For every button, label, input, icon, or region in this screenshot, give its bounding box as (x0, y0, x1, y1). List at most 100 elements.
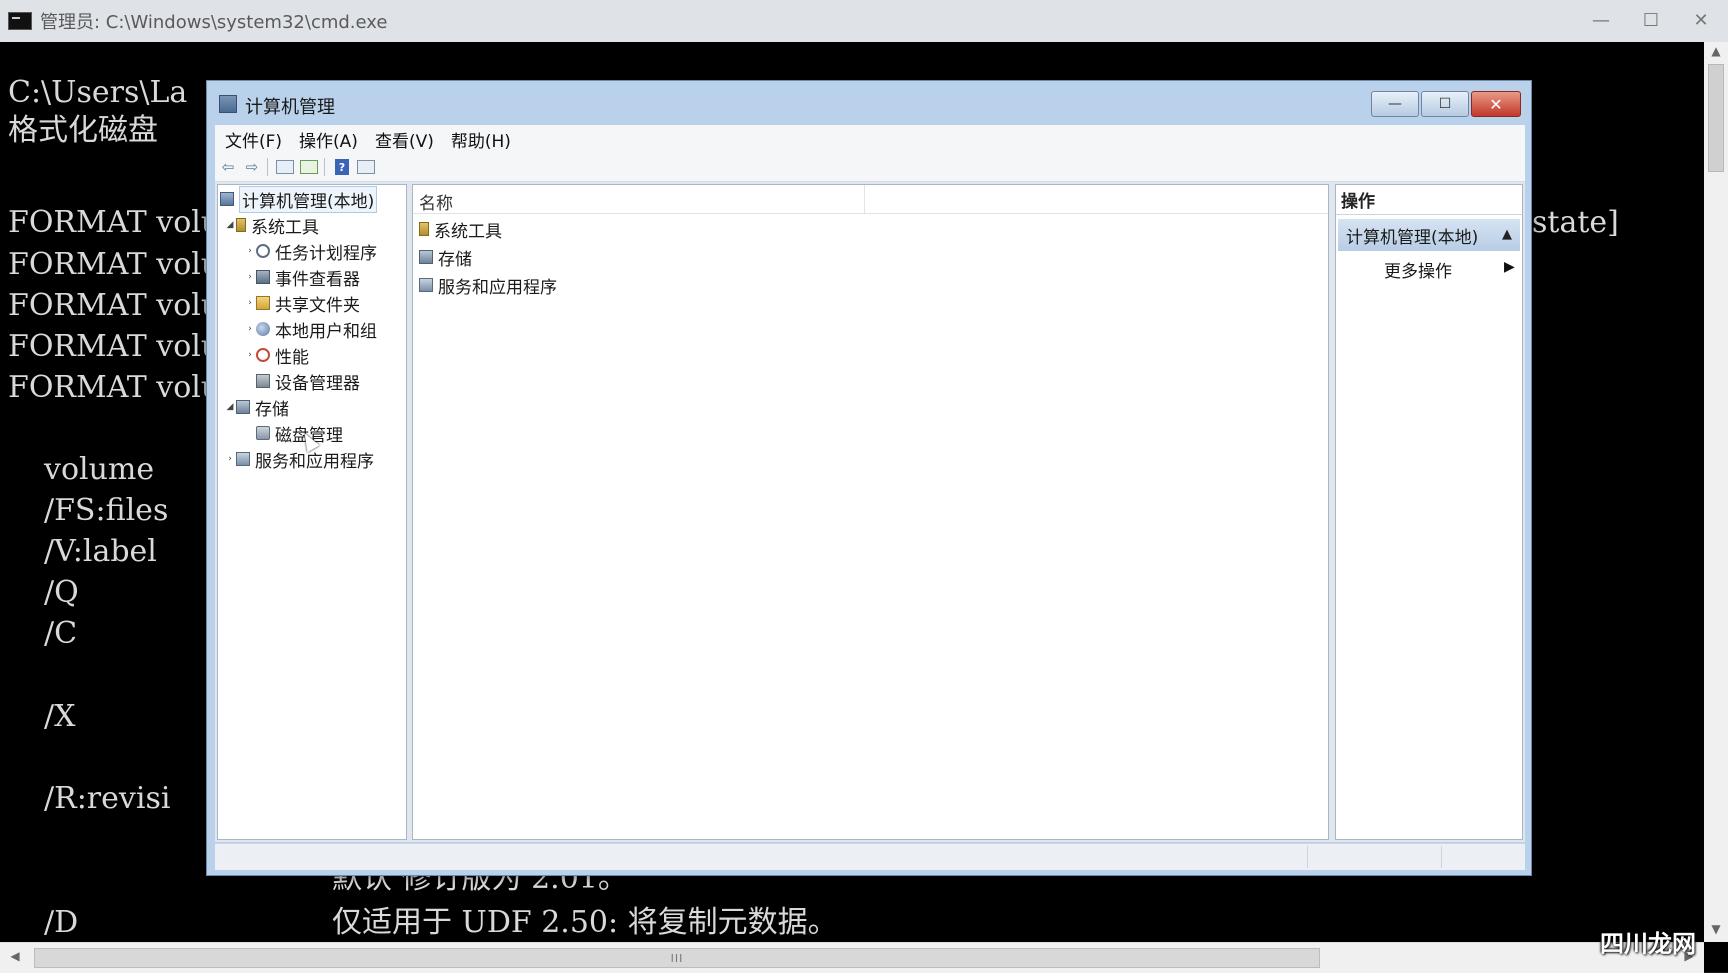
tools-icon (236, 218, 246, 232)
device-manager-icon (256, 374, 270, 388)
tree-item-shared-folders[interactable]: › 共享文件夹 (244, 291, 360, 316)
cmd-window-title: 管理员: C:\Windows\system32\cmd.exe (40, 12, 388, 33)
list-item-services-applications[interactable]: 服务和应用程序 (419, 272, 557, 298)
console-tree: 计算机管理(本地) ◢ 系统工具 › 任务计划程序 › 事件查看器 › 共享文件… (217, 184, 407, 840)
console-line: /C (44, 616, 78, 651)
submenu-arrow-icon[interactable]: ▶ (1504, 259, 1515, 275)
menu-bar: 文件(F) 操作(A) 查看(V) 帮助(H) (215, 125, 1525, 153)
console-line: C:\Users\La (8, 75, 188, 110)
tree-item-local-users[interactable]: › 本地用户和组 (244, 317, 377, 342)
console-line-fragment: state] (1532, 205, 1619, 240)
status-bar (215, 843, 1525, 870)
scroll-down-arrow-icon[interactable]: ▼ (1708, 922, 1724, 938)
cmd-titlebar[interactable]: 管理员: C:\Windows\system32\cmd.exe — ☐ ✕ (0, 0, 1728, 43)
console-line: /V:label (44, 534, 157, 569)
cmd-horizontal-scrollbar[interactable]: ◀ III ▶ (0, 942, 1704, 973)
console-line: FORMAT volu (8, 205, 221, 240)
tree-item-system-tools[interactable]: ◢ 系统工具 (224, 213, 319, 238)
tree-item-event-viewer[interactable]: › 事件查看器 (244, 265, 360, 290)
console-line: 格式化磁盘 (8, 113, 158, 148)
console-line: /X (44, 699, 76, 734)
cmd-close-button[interactable]: ✕ (1680, 6, 1722, 34)
console-line: FORMAT volu (8, 247, 221, 282)
console-line: /D (44, 905, 79, 940)
cm-close-button[interactable]: ✕ (1471, 91, 1521, 117)
column-header-name[interactable]: 名称 (419, 189, 453, 214)
actions-section-header[interactable]: 计算机管理(本地) ▲ (1338, 219, 1520, 251)
list-item-storage[interactable]: 存储 (419, 244, 472, 270)
collapse-arrow-icon[interactable]: ◢ (224, 402, 236, 412)
services-icon (236, 452, 250, 466)
expand-arrow-icon[interactable]: › (224, 454, 236, 464)
status-divider (1307, 846, 1308, 868)
console-line: FORMAT volu (8, 370, 221, 405)
actions-pane: 操作 计算机管理(本地) ▲ 更多操作 ▶ (1335, 184, 1523, 840)
scroll-thumb[interactable] (1708, 64, 1724, 172)
show-hide-action-pane-icon[interactable] (355, 157, 377, 177)
console-line: volume (44, 452, 155, 487)
console-line: /Q (44, 575, 79, 610)
results-list: 名称 系统工具 存储 服务和应用程序 (412, 184, 1329, 840)
expand-arrow-icon[interactable]: › (244, 324, 256, 334)
disk-icon (256, 426, 270, 440)
menu-file[interactable]: 文件(F) (225, 127, 282, 152)
tree-item-device-manager[interactable]: 设备管理器 (244, 369, 360, 394)
expand-arrow-icon[interactable]: › (244, 272, 256, 282)
list-item-system-tools[interactable]: 系统工具 (419, 216, 502, 242)
export-list-icon[interactable] (298, 157, 320, 177)
tree-item-performance[interactable]: › 性能 (244, 343, 309, 368)
expand-arrow-icon[interactable]: › (244, 298, 256, 308)
cm-window-title: 计算机管理 (245, 97, 335, 118)
toolbar-separator (324, 158, 325, 176)
computer-management-window: 计算机管理 — ☐ ✕ 文件(F) 操作(A) 查看(V) 帮助(H) ⇦ ⇨ … (206, 80, 1532, 876)
storage-icon (236, 400, 250, 414)
column-separator[interactable] (864, 185, 865, 213)
cm-titlebar[interactable]: 计算机管理 — ☐ ✕ (207, 81, 1531, 125)
scroll-thumb[interactable]: III (34, 948, 1320, 968)
forward-arrow-icon[interactable]: ⇨ (241, 157, 263, 177)
console-line: FORMAT volu (8, 288, 221, 323)
list-header: 名称 (413, 185, 1328, 214)
cmd-vertical-scrollbar[interactable]: ▲ ▼ (1704, 42, 1728, 942)
expand-arrow-icon[interactable]: › (244, 350, 256, 360)
console-line: 仅适用于 UDF 2.50: 将复制元数据。 (332, 905, 838, 940)
cmd-minimize-button[interactable]: — (1580, 6, 1622, 34)
tree-item-computer-management[interactable]: 计算机管理(本地) (220, 185, 378, 213)
shared-folder-icon (256, 296, 270, 310)
collapse-arrow-icon[interactable]: ◢ (224, 220, 236, 230)
help-icon[interactable]: ? (331, 157, 353, 177)
more-actions-item[interactable]: 更多操作 (1384, 257, 1452, 282)
console-icon (8, 12, 32, 30)
status-divider (1441, 846, 1442, 868)
cm-body: 计算机管理(本地) ◢ 系统工具 › 任务计划程序 › 事件查看器 › 共享文件… (215, 182, 1525, 842)
menu-view[interactable]: 查看(V) (375, 127, 434, 152)
back-arrow-icon[interactable]: ⇦ (217, 157, 239, 177)
users-icon (256, 322, 270, 336)
storage-icon (419, 250, 433, 264)
tree-item-services-applications[interactable]: › 服务和应用程序 (224, 447, 374, 472)
console-line: FORMAT volu (8, 329, 221, 364)
menu-help[interactable]: 帮助(H) (451, 127, 511, 152)
expand-arrow-icon[interactable]: › (244, 246, 256, 256)
tools-icon (419, 222, 429, 236)
cmd-maximize-button[interactable]: ☐ (1630, 6, 1672, 34)
performance-icon (256, 348, 270, 362)
computer-icon (220, 192, 234, 206)
computer-management-icon (219, 95, 237, 113)
cm-minimize-button[interactable]: — (1371, 91, 1419, 117)
event-viewer-icon (256, 270, 270, 284)
services-icon (419, 278, 433, 292)
cm-maximize-button[interactable]: ☐ (1421, 91, 1469, 117)
console-line: /FS:files (44, 493, 169, 528)
scroll-left-arrow-icon[interactable]: ◀ (6, 949, 24, 967)
show-hide-console-tree-icon[interactable] (274, 157, 296, 177)
tree-item-task-scheduler[interactable]: › 任务计划程序 (244, 239, 377, 264)
actions-title: 操作 (1336, 185, 1522, 215)
toolbar-separator (267, 158, 268, 176)
collapse-up-icon[interactable]: ▲ (1502, 227, 1512, 242)
tree-item-disk-management[interactable]: 磁盘管理 (244, 421, 343, 446)
scroll-up-arrow-icon[interactable]: ▲ (1708, 44, 1724, 60)
menu-action[interactable]: 操作(A) (299, 127, 358, 152)
clock-icon (256, 244, 270, 258)
tree-item-storage[interactable]: ◢ 存储 (224, 395, 289, 420)
